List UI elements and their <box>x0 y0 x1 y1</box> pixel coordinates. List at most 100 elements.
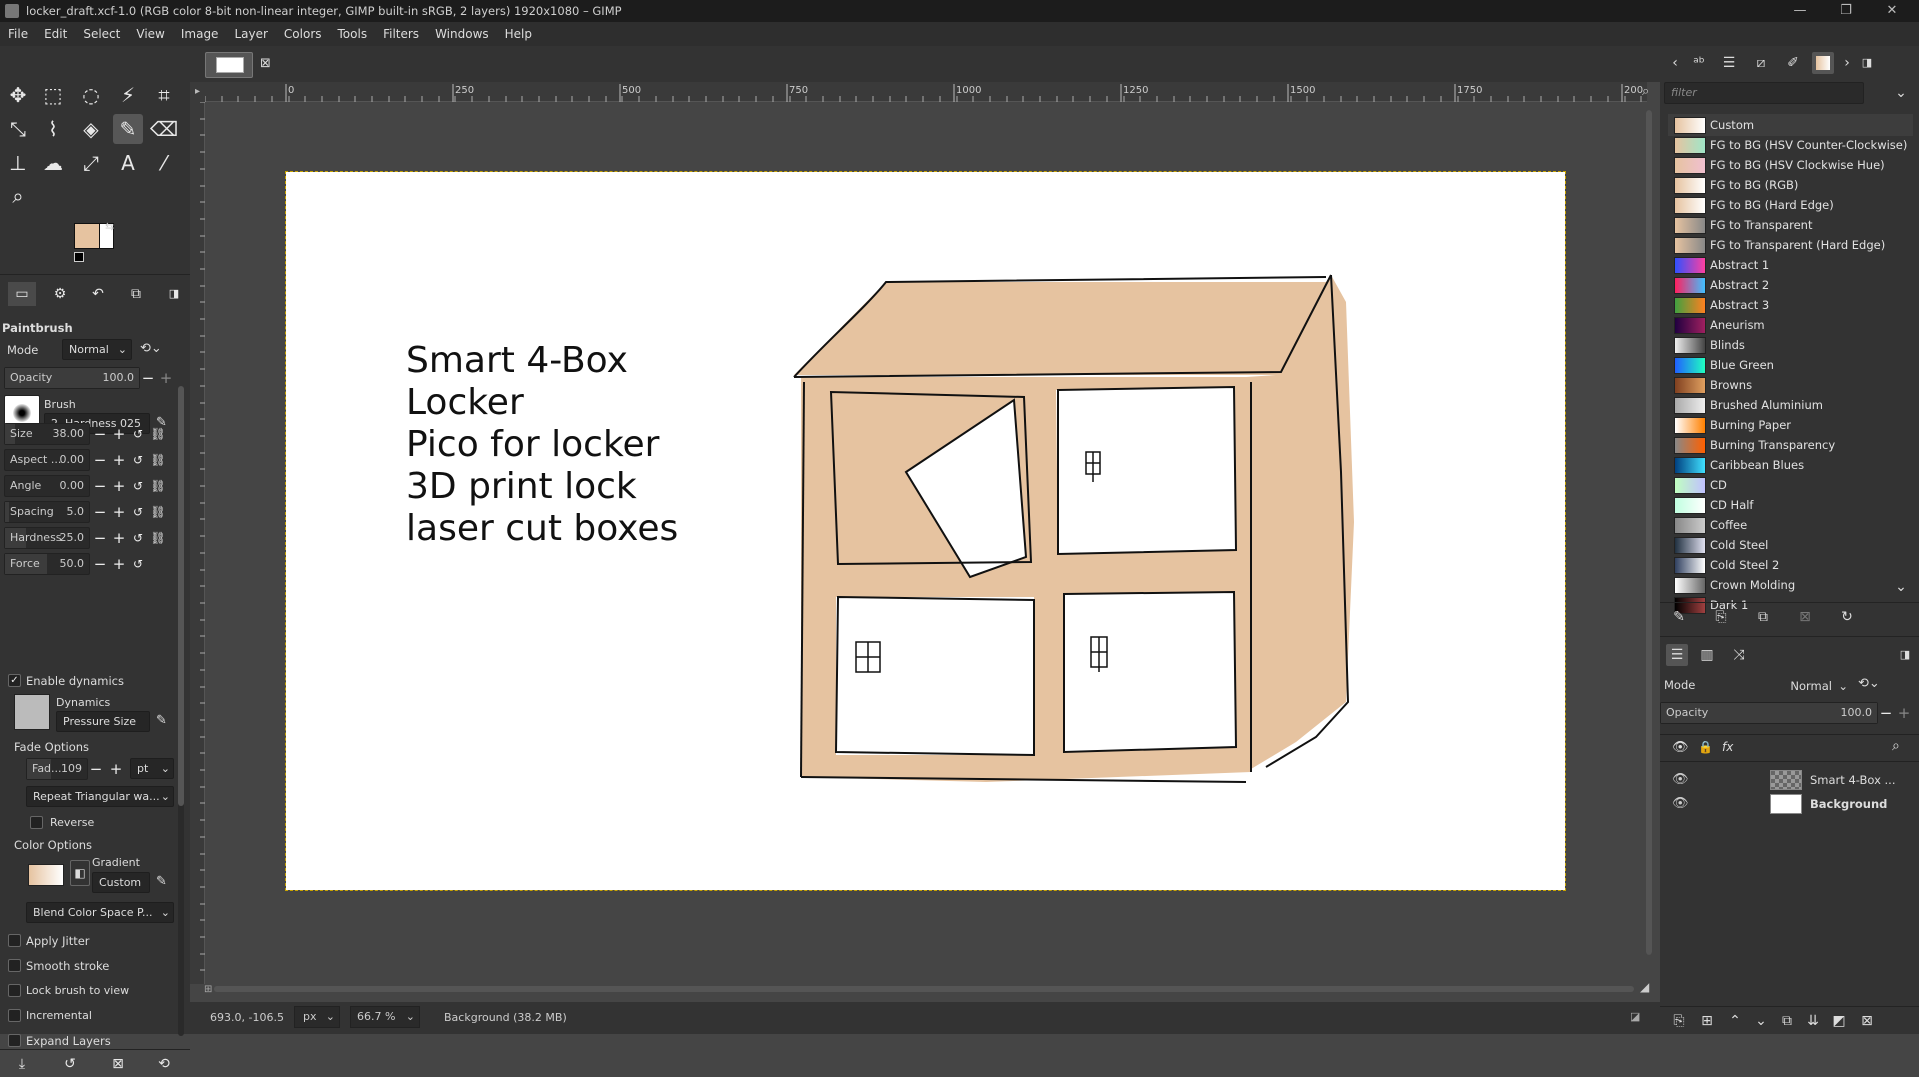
layer-opacity-slider[interactable]: Opacity 100.0 <box>1660 702 1878 724</box>
layer-visibility-icon[interactable]: 👁 <box>1672 792 1689 816</box>
restore-options-icon[interactable]: ↺ <box>56 1051 84 1077</box>
slider-reset-icon[interactable]: ↺ <box>130 450 146 470</box>
gradient-item[interactable]: FG to BG (HSV Counter-Clockwise) <box>1668 134 1913 156</box>
reset-options-icon[interactable]: ⟲ <box>150 1051 178 1077</box>
slider-decrease-button[interactable]: − <box>92 476 108 496</box>
menu-filters[interactable]: Filters <box>375 22 427 46</box>
apply-jitter-checkbox[interactable] <box>8 934 21 947</box>
slider-increase-button[interactable]: + <box>111 528 127 548</box>
menu-image[interactable]: Image <box>173 22 227 46</box>
layers-dock-menu-icon[interactable]: ◨ <box>1894 644 1916 666</box>
gradient-item[interactable]: Burning Transparency <box>1668 434 1913 456</box>
gradient-item[interactable]: FG to Transparent <box>1668 214 1913 236</box>
opacity-slider[interactable]: Opacity 100.0 <box>4 367 140 389</box>
paint-dynamics-tab-icon[interactable]: ✐ <box>1782 52 1804 74</box>
brush-angle-slider[interactable]: Angle 0.00 <box>4 475 90 497</box>
gradient-item[interactable]: Cold Steel <box>1668 534 1913 556</box>
transform-tool-icon[interactable]: ⤡ <box>3 114 33 144</box>
slider-increase-button[interactable]: + <box>111 554 127 574</box>
lasso-tool-icon[interactable]: ◌ <box>76 80 106 110</box>
layer-mode-reset-icon[interactable]: ⟲⌄ <box>1858 676 1880 691</box>
layer-opacity-increase-button[interactable]: + <box>1896 703 1912 723</box>
slider-link-icon[interactable]: ⛓ <box>150 528 166 548</box>
reverse-checkbox[interactable] <box>30 816 43 829</box>
slider-decrease-button[interactable]: − <box>92 528 108 548</box>
move-tool-icon[interactable]: ✥ <box>3 80 33 110</box>
layers-tab-icon[interactable]: ☰ <box>1666 644 1688 666</box>
slider-decrease-button[interactable]: − <box>92 502 108 522</box>
brush-aspect-slider[interactable]: Aspect ... 0.00 <box>4 449 90 471</box>
paths-tab-icon[interactable]: ⤨ <box>1728 644 1750 666</box>
image-canvas[interactable]: Smart 4-Box Locker Pico for locker 3D pr… <box>285 171 1566 891</box>
refresh-gradients-icon[interactable]: ↻ <box>1836 606 1858 628</box>
eraser-tool-icon[interactable]: ⌫ <box>149 114 179 144</box>
slider-link-icon[interactable]: ⛓ <box>150 476 166 496</box>
brush-hardness-slider[interactable]: Hardness 25.0 <box>4 527 90 549</box>
gradient-name-field[interactable]: Custom <box>92 872 150 893</box>
layer-opacity-decrease-button[interactable]: − <box>1878 703 1894 723</box>
gradient-item[interactable]: Abstract 2 <box>1668 274 1913 296</box>
slider-link-icon[interactable]: ⛓ <box>150 424 166 444</box>
bucket-fill-tool-icon[interactable]: ◈ <box>76 114 106 144</box>
warp-tool-icon[interactable]: ⌇ <box>38 114 68 144</box>
slider-link-icon[interactable]: ⛓ <box>150 450 166 470</box>
slider-increase-button[interactable]: + <box>111 424 127 444</box>
menu-help[interactable]: Help <box>497 22 540 46</box>
crop-tool-icon[interactable]: ⌗ <box>149 80 179 110</box>
gradient-item[interactable]: Coffee <box>1668 514 1913 536</box>
slider-decrease-button[interactable]: − <box>92 554 108 574</box>
chevron-down-icon[interactable]: ⌄ <box>1890 82 1912 104</box>
maximize-button[interactable]: ❐ <box>1823 0 1869 22</box>
swap-colors-icon[interactable]: ⇆ <box>105 220 114 233</box>
gradient-item[interactable]: Abstract 3 <box>1668 294 1913 316</box>
gradient-item[interactable]: Browns <box>1668 374 1913 396</box>
brush-spacing-slider[interactable]: Spacing 5.0 <box>4 501 90 523</box>
gradient-item[interactable]: Dark 1 <box>1668 594 1913 614</box>
zoom-fit-icon[interactable]: ◢ <box>1640 980 1649 994</box>
unit-dropdown[interactable]: px ⌄ <box>294 1006 340 1028</box>
dynamics-name-field[interactable]: Pressure Size <box>56 711 150 732</box>
brush-size-slider[interactable]: Size 38.00 <box>4 423 90 445</box>
layer-mode-dropdown[interactable]: Normal ⌄ <box>1780 676 1850 696</box>
brushes-tab-icon[interactable]: ☰ <box>1718 52 1740 74</box>
patterns-tab-icon[interactable]: ⧄ <box>1750 52 1772 74</box>
delete-layer-icon[interactable]: ⊠ <box>1856 1010 1878 1032</box>
gradient-item[interactable]: Brushed Aluminium <box>1668 394 1913 416</box>
menu-view[interactable]: View <box>128 22 172 46</box>
gradient-item[interactable]: Crown Molding <box>1668 574 1913 596</box>
save-options-icon[interactable]: ⤓ <box>8 1051 36 1077</box>
color-picker-tool-icon[interactable]: ⁄ <box>149 148 179 178</box>
undo-history-tab-icon[interactable]: ↶ <box>84 282 112 306</box>
default-colors-icon[interactable] <box>74 252 84 262</box>
close-button[interactable]: ✕ <box>1869 0 1915 22</box>
tool-options-tab-icon[interactable]: ▭ <box>8 282 36 306</box>
opacity-decrease-button[interactable]: − <box>140 368 156 388</box>
slider-reset-icon[interactable]: ↺ <box>130 554 146 574</box>
slider-reset-icon[interactable]: ↺ <box>130 502 146 522</box>
brush-force-slider[interactable]: Force 50.0 <box>4 553 90 575</box>
rect-select-tool-icon[interactable]: ⬚ <box>38 80 68 110</box>
menu-select[interactable]: Select <box>75 22 128 46</box>
quick-mask-corner-icon[interactable]: ▸ <box>190 82 205 102</box>
edit-gradient-button-icon[interactable]: ✎ <box>1668 606 1690 628</box>
duplicate-gradient-icon[interactable]: ⧉ <box>1752 606 1774 628</box>
paths-tool-icon[interactable]: ⤢ <box>76 148 106 178</box>
device-status-tab-icon[interactable]: ⚙ <box>46 282 74 306</box>
new-gradient-icon[interactable]: ⎘ <box>1710 606 1732 628</box>
smooth-stroke-checkbox[interactable] <box>8 959 21 972</box>
gradient-item[interactable]: Burning Paper <box>1668 414 1913 436</box>
lock-brush-checkbox[interactable] <box>8 984 21 997</box>
gradient-item[interactable]: Custom <box>1668 114 1913 136</box>
new-layer-icon[interactable]: ⎘ <box>1668 1010 1690 1032</box>
edit-gradient-icon[interactable]: ✎ <box>156 874 167 889</box>
layer-row[interactable]: 👁 Background <box>1660 792 1919 816</box>
menu-layer[interactable]: Layer <box>226 22 275 46</box>
foreground-color-swatch[interactable] <box>74 223 100 249</box>
fade-decrease-button[interactable]: − <box>88 759 104 779</box>
layer-row[interactable]: 👁 Smart 4-Box ... <box>1660 768 1919 792</box>
repeat-dropdown[interactable]: Repeat Triangular wa... ⌄ <box>26 786 174 807</box>
layer-visibility-icon[interactable]: 👁 <box>1672 768 1689 792</box>
menu-file[interactable]: File <box>0 22 36 46</box>
minimize-button[interactable]: — <box>1777 0 1823 22</box>
tool-options-scrollbar[interactable] <box>178 386 184 1036</box>
